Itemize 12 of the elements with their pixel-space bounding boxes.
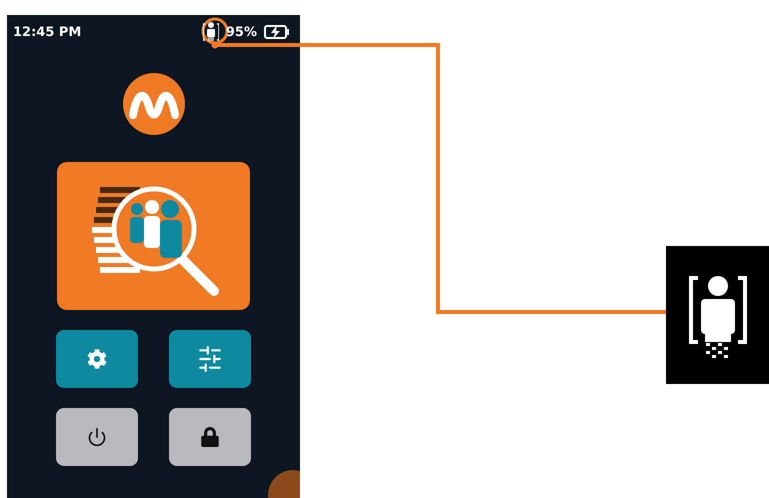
lock-icon [200, 427, 220, 447]
lock-button[interactable] [169, 408, 251, 466]
clock-time: 12:45 PM [13, 24, 82, 40]
settings-button[interactable] [56, 330, 138, 388]
settings-icon [87, 349, 107, 369]
people-search-button[interactable] [57, 162, 250, 310]
power-button[interactable] [56, 408, 138, 466]
logo-icon [122, 73, 184, 135]
power-icon [87, 427, 107, 447]
adjustments-button[interactable] [169, 330, 251, 388]
sliders-icon [197, 346, 223, 372]
person-scan-icon [202, 21, 219, 43]
